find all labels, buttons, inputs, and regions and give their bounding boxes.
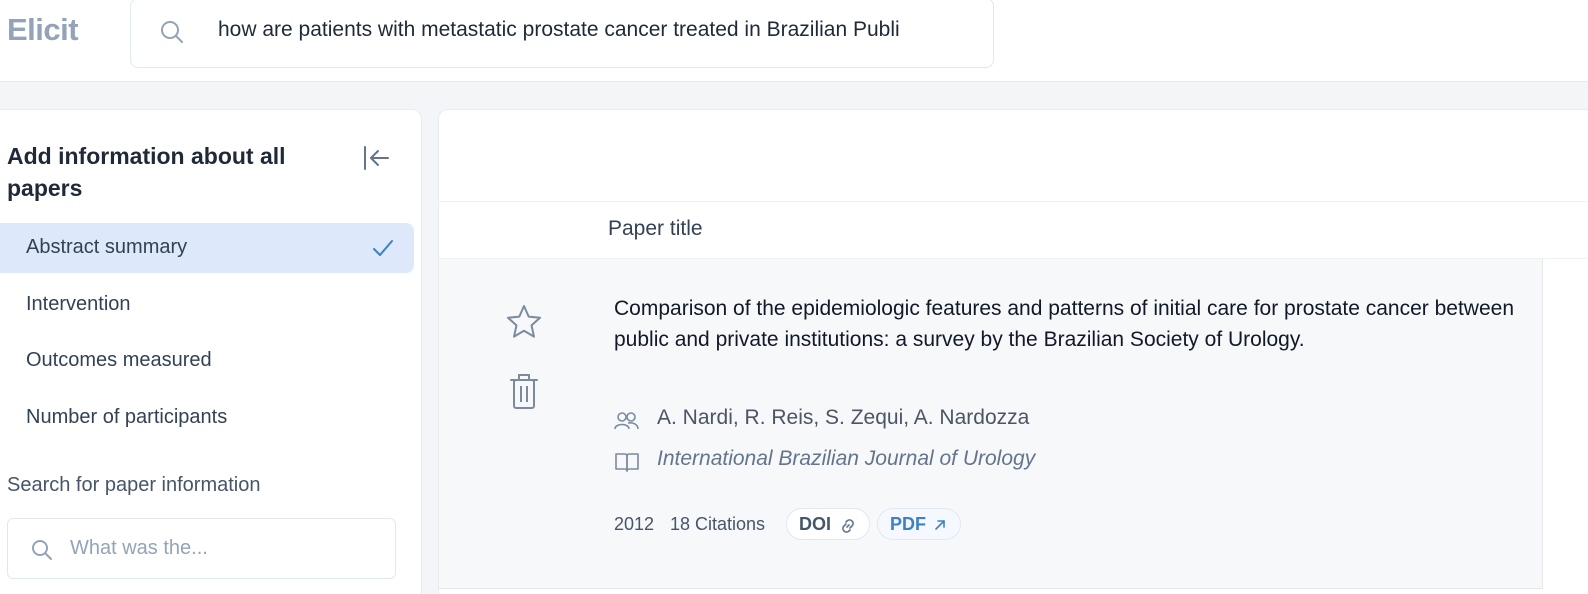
star-icon[interactable] [505,303,543,346]
results-toolbar [439,110,1588,202]
search-placeholder: What was the... [70,537,208,559]
paper-title[interactable]: Comparison of the epidemiologic features… [614,293,1514,355]
column-option-intervention[interactable]: Intervention [0,280,414,330]
column-option-label: Number of participants [26,406,228,428]
column-header-paper-title[interactable]: Paper title [608,217,703,241]
paper-year: 2012 [614,514,655,534]
book-icon [614,451,640,478]
table-row[interactable]: Comparison of the epidemiologic features… [439,259,1543,589]
collapse-left-icon [360,146,392,178]
authors-text: A. Nardi, R. Reis, S. Zequi, A. Nardozza [657,406,1030,429]
doi-link[interactable]: DOI [786,508,870,540]
column-option-abstract-summary[interactable]: Abstract summary [0,223,414,273]
paper-info-search-label: Search for paper information [7,474,261,496]
table-header: Paper title [439,202,1588,259]
column-option-label: Outcomes measured [26,349,212,371]
column-option-outcomes-measured[interactable]: Outcomes measured [0,336,414,386]
pdf-label: PDF [890,514,926,534]
search-query[interactable]: how are patients with metastatic prostat… [218,18,973,42]
column-option-label: Abstract summary [26,236,188,258]
search-bar[interactable]: how are patients with metastatic prostat… [130,0,994,68]
trash-icon[interactable] [509,374,539,415]
top-bar: Elicit how are patients with metastatic … [0,0,1588,82]
journal-text: International Brazilian Journal of Urolo… [657,447,1036,470]
citation-count[interactable]: 18 Citations [670,514,765,535]
column-option-number-of-participants[interactable]: Number of participants [0,393,414,443]
column-sidebar: Add information about all papers Abstrac… [0,109,422,594]
collapse-sidebar-button[interactable] [360,142,392,174]
paper-info-search-input[interactable]: What was the... [7,518,396,579]
results-panel: Paper title Comparison of the epidemiolo… [438,109,1588,594]
search-icon [159,19,185,50]
authors-icon [614,410,640,437]
check-icon [371,237,395,264]
pdf-link[interactable]: PDF [877,508,961,540]
search-icon [30,538,54,567]
column-option-label: Intervention [26,293,131,315]
sidebar-title: Add information about all papers [7,143,286,201]
doi-label: DOI [799,514,832,534]
app-logo[interactable]: Elicit [7,12,79,48]
